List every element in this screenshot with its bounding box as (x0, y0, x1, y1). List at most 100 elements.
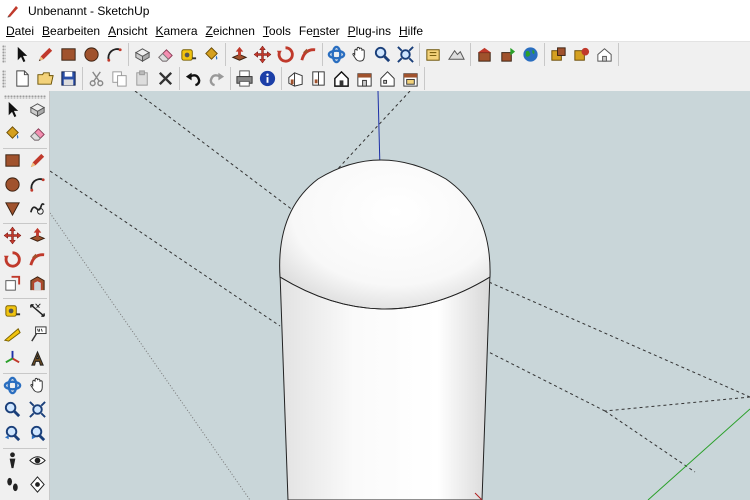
orbit-tool[interactable] (325, 43, 348, 66)
arc-tool[interactable] (103, 43, 126, 66)
axes-tool[interactable] (0, 346, 25, 370)
menu-zeichnen[interactable]: Zeichnen (202, 22, 259, 41)
share-model-tool[interactable] (496, 43, 519, 66)
print-button[interactable] (233, 67, 256, 90)
dimension-tool[interactable] (25, 298, 50, 322)
text-tool[interactable] (25, 322, 50, 346)
toggle-terrain-tool[interactable] (445, 43, 468, 66)
menu-hilfe[interactable]: Hilfe (395, 22, 427, 41)
select-tool[interactable] (0, 97, 25, 121)
menu-ansicht[interactable]: Ansicht (104, 22, 151, 41)
cut-button[interactable] (85, 67, 108, 90)
rectangle-tool[interactable] (57, 43, 80, 66)
paint-bucket-tool[interactable] (200, 43, 223, 66)
section-plane-tool[interactable] (25, 472, 50, 496)
move-tool[interactable] (0, 223, 25, 247)
tape-measure-tool[interactable] (0, 298, 25, 322)
make-component-tool[interactable] (25, 97, 50, 121)
hemisphere-cap[interactable] (279, 159, 491, 310)
tool-row (0, 247, 50, 271)
add-location-tool[interactable] (422, 43, 445, 66)
zoom-tool[interactable] (371, 43, 394, 66)
new-file-button[interactable] (11, 67, 34, 90)
protractor-tool[interactable] (0, 322, 25, 346)
model-info-button[interactable] (256, 67, 279, 90)
tool-row (0, 172, 50, 196)
orbit-tool[interactable] (0, 373, 25, 397)
top-view-button[interactable] (307, 67, 330, 90)
new-document-icon (16, 70, 29, 87)
right-view-button[interactable] (353, 67, 376, 90)
redo-button[interactable] (205, 67, 228, 90)
follow-me-tool[interactable] (297, 43, 320, 66)
menu-tools[interactable]: Tools (259, 22, 295, 41)
tape-measure-tool[interactable] (177, 43, 200, 66)
menu-kamera[interactable]: Kamera (151, 22, 201, 41)
circle-tool[interactable] (80, 43, 103, 66)
left-view-button[interactable] (399, 67, 422, 90)
toolbar-grip[interactable] (2, 45, 6, 63)
3d-warehouse-tool[interactable] (473, 43, 496, 66)
polygon-tool[interactable] (0, 196, 25, 220)
open-file-button[interactable] (34, 67, 57, 90)
push-pull-tool[interactable] (25, 223, 50, 247)
front-view-button[interactable] (330, 67, 353, 90)
tool-row (0, 322, 50, 346)
next-view-tool[interactable] (25, 421, 50, 445)
pan-tool[interactable] (25, 373, 50, 397)
circle-tool[interactable] (0, 172, 25, 196)
tool-row (0, 373, 50, 397)
share-model-icon (501, 47, 516, 62)
terrain-icon (448, 49, 465, 60)
modeling-viewport[interactable] (50, 91, 750, 500)
save-button[interactable] (57, 67, 80, 90)
line-tool[interactable] (25, 148, 50, 172)
eraser-tool[interactable] (25, 121, 50, 145)
iso-view-button[interactable] (284, 67, 307, 90)
pan-tool[interactable] (348, 43, 371, 66)
menu-fenster[interactable]: Fenster (295, 22, 344, 41)
google-earth-tool[interactable] (519, 43, 542, 66)
move-tool[interactable] (251, 43, 274, 66)
rotate-tool[interactable] (274, 43, 297, 66)
look-around-tool[interactable] (25, 448, 50, 472)
arc-tool[interactable] (25, 172, 50, 196)
follow-me-tool[interactable] (25, 247, 50, 271)
menu-datei[interactable]: Datei (2, 22, 38, 41)
zoom-tool[interactable] (0, 397, 25, 421)
line-tool[interactable] (34, 43, 57, 66)
menu-plugins[interactable]: Plug-ins (344, 22, 395, 41)
back-view-button[interactable] (376, 67, 399, 90)
eraser-tool[interactable] (154, 43, 177, 66)
paste-button[interactable] (131, 67, 154, 90)
offset-tool[interactable] (25, 271, 50, 295)
house-front-icon (334, 70, 349, 87)
push-pull-tool[interactable] (228, 43, 251, 66)
rectangle-tool[interactable] (0, 148, 25, 172)
copy-button[interactable] (108, 67, 131, 90)
zoom-extents-tool[interactable] (25, 397, 50, 421)
select-tool[interactable] (11, 43, 34, 66)
undo-button[interactable] (182, 67, 205, 90)
make-component-tool[interactable] (131, 43, 154, 66)
extension-manager-tool[interactable] (570, 43, 593, 66)
extension-warehouse-tool[interactable] (547, 43, 570, 66)
previous-view-tool[interactable] (0, 421, 25, 445)
zoom-extents-tool[interactable] (394, 43, 417, 66)
toolbar-group-file (9, 67, 83, 90)
scene-canvas[interactable] (50, 91, 750, 500)
3d-text-tool[interactable] (25, 346, 50, 370)
paint-bucket-tool[interactable] (0, 121, 25, 145)
scale-tool[interactable] (0, 271, 25, 295)
walk-tool[interactable] (0, 472, 25, 496)
section-plane-icon (30, 475, 45, 493)
orbit-icon (3, 376, 22, 394)
freehand-tool[interactable] (25, 196, 50, 220)
house-3d-tool[interactable] (593, 43, 616, 66)
toolbar-grip[interactable] (2, 69, 6, 88)
delete-button[interactable] (154, 67, 177, 90)
paste-icon (136, 70, 148, 86)
position-camera-tool[interactable] (0, 448, 25, 472)
menu-bearbeiten[interactable]: Bearbeiten (38, 22, 104, 41)
rotate-tool[interactable] (0, 247, 25, 271)
